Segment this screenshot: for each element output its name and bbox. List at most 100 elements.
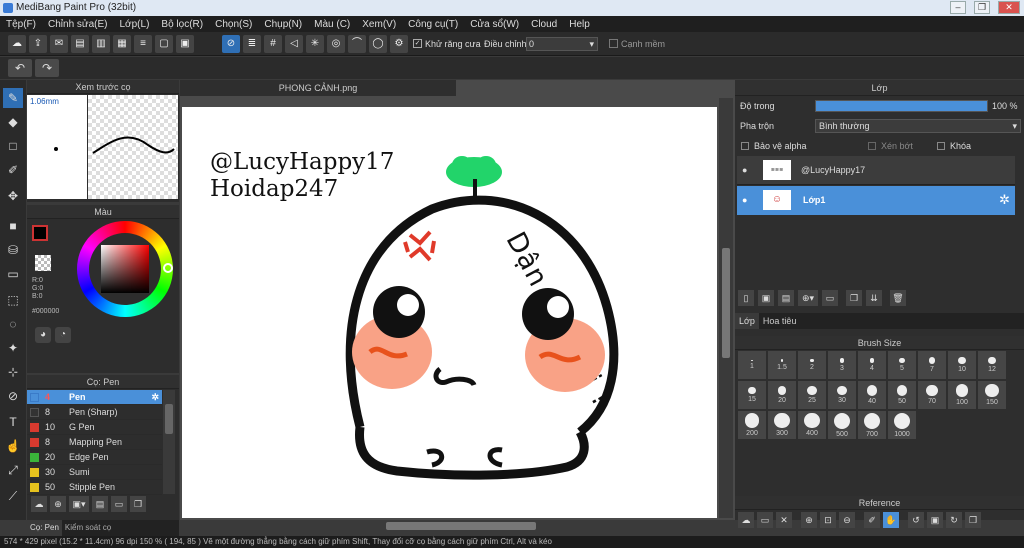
brush-item-g-pen[interactable]: 10 G Pen xyxy=(27,420,162,435)
minimize-button[interactable]: – xyxy=(950,1,966,14)
grid-panel-icon[interactable]: ▦ xyxy=(113,35,131,53)
brush-item-stipple-pen[interactable]: 50 Stipple Pen xyxy=(27,480,162,495)
protect-alpha-checkbox[interactable] xyxy=(741,142,749,150)
brush-size-cell[interactable]: 150 xyxy=(978,381,1006,409)
menu-window[interactable]: Cửa sổ(W) xyxy=(464,19,525,30)
maximize-button[interactable]: ❐ xyxy=(974,1,990,14)
duplicate-layer-icon[interactable]: ❐ xyxy=(846,290,862,306)
brush-item-sumi[interactable]: 30 Sumi xyxy=(27,465,162,480)
layer-row-selected[interactable]: ● ☺ Lớp1 ✲ xyxy=(737,186,1015,215)
menu-layer[interactable]: Lớp(L) xyxy=(114,19,156,30)
select-tool-icon[interactable]: ⬚ xyxy=(3,290,23,310)
cloud-icon[interactable]: ☁ xyxy=(8,35,26,53)
comment-icon[interactable]: ✉ xyxy=(50,35,68,53)
brush-size-cell[interactable]: 500 xyxy=(828,411,856,439)
new-layer-icon[interactable]: ▯ xyxy=(738,290,754,306)
vertical-scrollbar[interactable] xyxy=(719,98,733,518)
close-icon[interactable]: ✕ xyxy=(776,512,792,528)
grid-snap-icon[interactable]: # xyxy=(264,35,282,53)
brush-size-cell[interactable]: 200 xyxy=(738,411,766,439)
brush-size-cell[interactable]: 70 xyxy=(918,381,946,409)
copy-icon[interactable]: ❐ xyxy=(965,512,981,528)
document-tab[interactable]: PHONG CẢNH.png xyxy=(180,80,456,96)
brush-size-cell[interactable]: 1000 xyxy=(888,411,916,439)
tab-navigator[interactable]: Hoa tiêu xyxy=(759,313,801,329)
tab-layers[interactable]: Lớp xyxy=(735,313,759,329)
lock-checkbox[interactable] xyxy=(937,142,945,150)
menu-tools[interactable]: Công cụ(T) xyxy=(402,19,464,30)
palette-icon[interactable]: ◕ xyxy=(35,327,51,343)
text-tool-icon[interactable]: T xyxy=(3,412,23,432)
brush-item-pen[interactable]: 4 Pen ✲ xyxy=(27,390,162,405)
brush-size-cell[interactable]: 2 xyxy=(798,351,826,379)
artboard[interactable]: @LucyHappy17 Hoidap247 Dận cục nói ! xyxy=(182,107,717,518)
brush-size-cell[interactable]: 700 xyxy=(858,411,886,439)
gear-icon[interactable]: ✲ xyxy=(151,392,159,403)
lasso-tool-icon[interactable]: ◌ xyxy=(3,314,23,334)
brush-size-cell[interactable]: 25 xyxy=(798,381,826,409)
hue-wheel[interactable] xyxy=(77,221,173,317)
hand-icon[interactable]: ✋ xyxy=(883,512,899,528)
tab-brush-control[interactable]: Kiểm soát cọ xyxy=(62,520,114,536)
new-halftone-layer-icon[interactable]: ▣ xyxy=(758,290,774,306)
divide-tool-icon[interactable]: ⟋ xyxy=(3,486,23,506)
soft-edge-checkbox[interactable] xyxy=(609,39,618,48)
eyedropper-tool-icon[interactable]: ⤢ xyxy=(3,460,23,480)
menu-cloud[interactable]: Cloud xyxy=(525,19,563,30)
snap-off-icon[interactable]: ⊘ xyxy=(222,35,240,53)
brush-size-cell[interactable]: 20 xyxy=(768,381,796,409)
snap-settings-icon[interactable]: ⚙ xyxy=(390,35,408,53)
horizontal-scrollbar[interactable] xyxy=(182,520,717,532)
move-tool-icon[interactable]: ✥ xyxy=(3,186,23,206)
color-history-icon[interactable]: ◔ xyxy=(55,327,71,343)
eye-icon[interactable]: ● xyxy=(742,195,747,205)
antialias-checkbox[interactable]: ✓ xyxy=(413,39,422,48)
ellipse-snap-icon[interactable]: ◯ xyxy=(369,35,387,53)
brush-file-icon[interactable]: ▤ xyxy=(92,496,108,512)
pages-icon[interactable]: ▢ xyxy=(155,35,173,53)
eye-icon[interactable]: ● xyxy=(742,165,747,175)
brush-size-cell[interactable]: 40 xyxy=(858,381,886,409)
horizontal-scroll-thumb[interactable] xyxy=(386,522,536,530)
clipping-checkbox[interactable] xyxy=(868,142,876,150)
menu-select[interactable]: Chọn(S) xyxy=(209,19,258,30)
menu-view[interactable]: Xem(V) xyxy=(356,19,402,30)
fit-window-icon[interactable]: ▣ xyxy=(927,512,943,528)
frame-icon[interactable]: ▣ xyxy=(176,35,194,53)
add-brush-icon[interactable]: ⊕ xyxy=(50,496,66,512)
circle-snap-icon[interactable]: ◎ xyxy=(327,35,345,53)
page-icon[interactable]: ▤ xyxy=(71,35,89,53)
hue-marker[interactable] xyxy=(163,263,173,273)
eyedropper-icon[interactable]: ✐ xyxy=(864,512,880,528)
select-pen-tool-icon[interactable]: ⊹ xyxy=(3,362,23,382)
correction-select[interactable]: 0 ▾ xyxy=(526,37,598,51)
menu-edit[interactable]: Chỉnh sửa(E) xyxy=(42,19,114,30)
brush-size-cell[interactable]: 15 xyxy=(738,381,766,409)
menu-snap[interactable]: Chụp(N) xyxy=(258,19,308,30)
brush-size-cell[interactable]: 7 xyxy=(918,351,946,379)
curve-snap-icon[interactable]: ⌒ xyxy=(348,35,366,53)
rotate-left-icon[interactable]: ↺ xyxy=(908,512,924,528)
rotate-right-icon[interactable]: ↻ xyxy=(946,512,962,528)
brush-size-cell[interactable]: 10 xyxy=(948,351,976,379)
document-icon[interactable]: ▥ xyxy=(92,35,110,53)
blend-mode-select[interactable]: Bình thường ▾ xyxy=(815,119,1021,133)
brush-size-cell[interactable]: 3 xyxy=(828,351,856,379)
brush-size-cell[interactable]: 1 xyxy=(738,351,766,379)
brush-size-cell[interactable]: 300 xyxy=(768,411,796,439)
eraser-tool-icon[interactable]: ◆ xyxy=(3,112,23,132)
brush-folder-icon[interactable]: ▭ xyxy=(111,496,127,512)
radial-snap-icon[interactable]: ✳ xyxy=(306,35,324,53)
magic-wand-tool-icon[interactable]: ✦ xyxy=(3,338,23,358)
brush-size-cell[interactable]: 100 xyxy=(948,381,976,409)
upload-icon[interactable]: ⇪ xyxy=(29,35,47,53)
fill-rect-tool-icon[interactable]: ■ xyxy=(3,216,23,236)
brush-item-edge-pen[interactable]: 20 Edge Pen xyxy=(27,450,162,465)
brush-tool-icon[interactable]: ✎ xyxy=(3,88,23,108)
brush-size-cell[interactable]: 4 xyxy=(858,351,886,379)
cloud-icon[interactable]: ☁ xyxy=(738,512,754,528)
transparent-color-swatch[interactable] xyxy=(35,255,51,271)
foreground-color-swatch[interactable] xyxy=(32,225,48,241)
parallel-snap-icon[interactable]: ≣ xyxy=(243,35,261,53)
cloud-brush-icon[interactable]: ☁ xyxy=(31,496,47,512)
